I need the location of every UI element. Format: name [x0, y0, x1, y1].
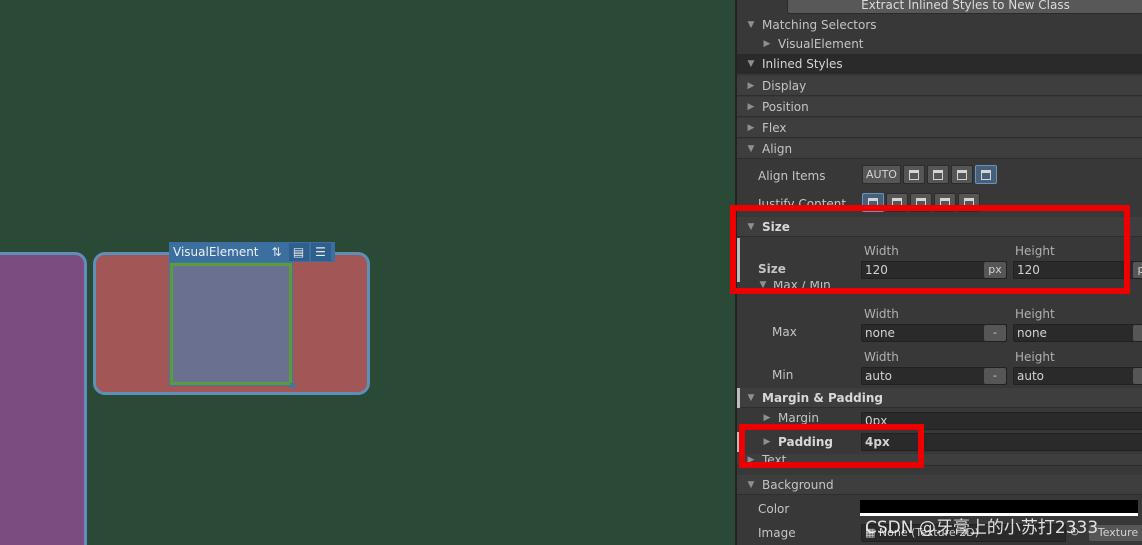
element-label-bar: VisualElement ⇅ ▤ ☰ [169, 242, 335, 262]
align-end-icon [956, 169, 967, 180]
watermark: CSDN @牙膏上的小苏打2333 [865, 518, 1099, 538]
min-height-header: Height [1015, 350, 1055, 364]
element-label-text: VisualElement [173, 245, 259, 259]
size-highlight-box [730, 205, 1130, 294]
chevron-down-icon: ▼ [747, 392, 755, 403]
section-align[interactable]: ▼ Align [737, 139, 1142, 159]
section-position[interactable]: ▶ Position [737, 97, 1142, 117]
selected-visual-element[interactable] [169, 262, 293, 386]
align-start-button[interactable] [902, 165, 925, 184]
align-stretch-button[interactable] [974, 165, 997, 184]
matching-selectors-header[interactable]: ▼ Matching Selectors [737, 15, 1142, 35]
chevron-right-icon: ▶ [747, 101, 755, 112]
height-unit-button[interactable]: p [1133, 262, 1142, 278]
background-color-label: Color [758, 502, 790, 516]
max-width-header: Width [864, 307, 899, 321]
align-center-icon [932, 169, 943, 180]
align-items-buttons: AUTO [862, 165, 997, 184]
min-height-unit-button[interactable] [1133, 368, 1142, 384]
max-height-field[interactable]: none [1013, 324, 1142, 342]
chevron-down-icon: ▼ [747, 20, 755, 30]
align-icon[interactable]: ☰ [310, 243, 331, 261]
chevron-down-icon: ▼ [747, 479, 755, 490]
align-stretch-icon [980, 169, 991, 180]
align-start-icon [908, 169, 919, 180]
chevron-right-icon: ▶ [747, 80, 755, 91]
align-end-button[interactable] [950, 165, 973, 184]
inlined-styles-header[interactable]: ▼ Inlined Styles [737, 54, 1142, 74]
purple-visual-element[interactable] [0, 252, 87, 545]
chevron-down-icon: ▼ [747, 59, 755, 69]
section-margin-padding[interactable]: ▼ Margin & Padding [737, 388, 1142, 408]
max-height-unit-button[interactable] [1133, 325, 1142, 341]
min-width-unit-button[interactable]: - [984, 368, 1006, 384]
align-items-label: Align Items [758, 169, 826, 183]
chevron-right-icon: ▶ [763, 39, 771, 49]
align-center-button[interactable] [926, 165, 949, 184]
chevron-right-icon: ▶ [747, 122, 755, 133]
max-label: Max [772, 325, 797, 339]
min-height-field[interactable]: auto [1013, 367, 1142, 385]
layout-icon[interactable]: ▤ [288, 243, 309, 261]
selector-item[interactable]: ▶ VisualElement [737, 34, 1142, 54]
min-width-header: Width [864, 350, 899, 364]
min-label: Min [772, 368, 794, 382]
align-auto-button[interactable]: AUTO [862, 165, 901, 184]
chevron-right-icon: ▶ [763, 413, 771, 423]
chevron-down-icon: ▼ [747, 143, 755, 154]
max-width-unit-button[interactable]: - [984, 325, 1006, 341]
section-display[interactable]: ▶ Display [737, 76, 1142, 96]
section-flex[interactable]: ▶ Flex [737, 118, 1142, 138]
reorder-icon[interactable]: ⇅ [267, 243, 287, 261]
section-background[interactable]: ▼ Background [737, 475, 1142, 495]
max-height-header: Height [1015, 307, 1055, 321]
resize-handle[interactable] [290, 383, 295, 388]
extract-inlined-styles-button[interactable]: Extract Inlined Styles to New Class [787, 0, 1142, 14]
override-indicator [737, 388, 740, 408]
background-image-label: Image [758, 526, 796, 540]
padding-highlight-box [739, 424, 924, 468]
canvas-viewport[interactable]: VisualElement ⇅ ▤ ☰ [0, 0, 735, 545]
